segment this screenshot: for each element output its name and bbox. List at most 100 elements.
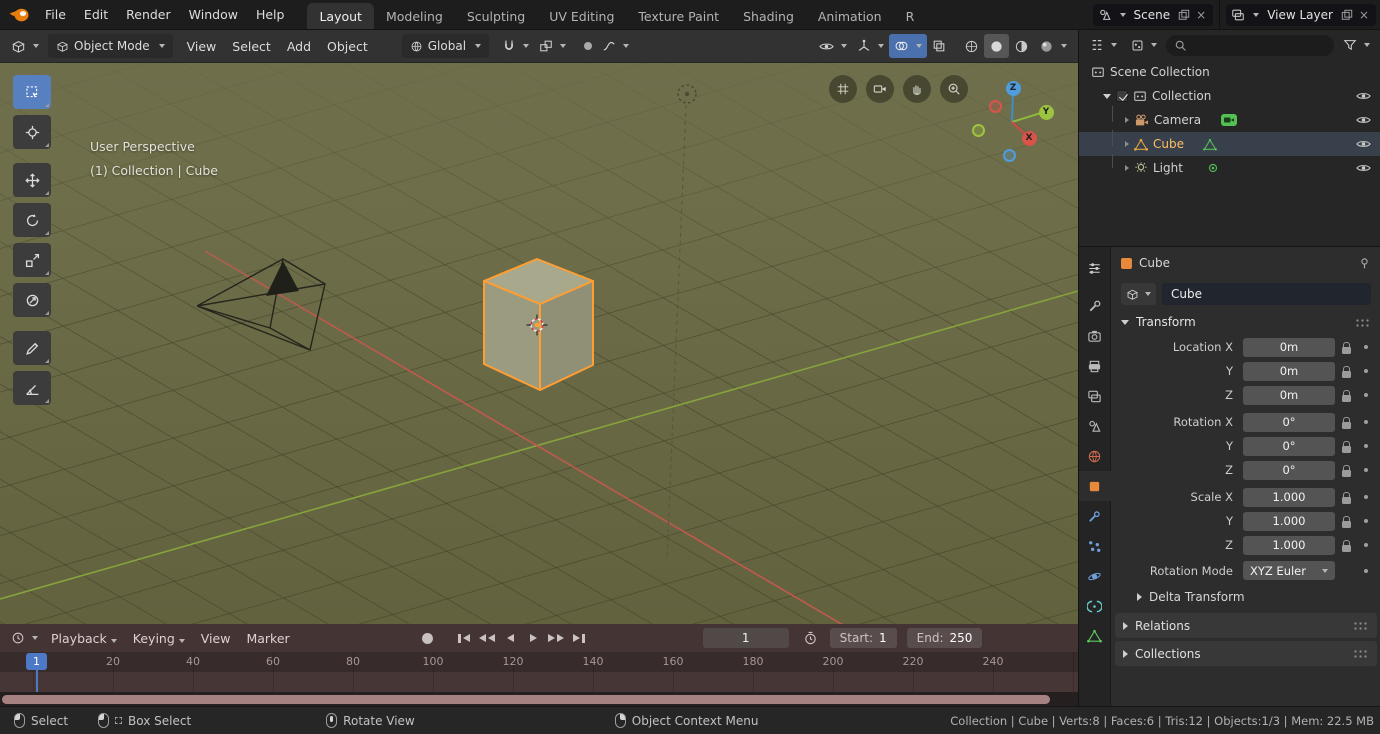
row-label[interactable]: Collection — [1152, 89, 1211, 103]
use-preview-range-icon[interactable] — [803, 631, 818, 646]
tool-rotate[interactable] — [13, 203, 51, 237]
proportional-editing-toggle[interactable] — [579, 34, 597, 58]
hide-eye-icon[interactable] — [1356, 115, 1371, 125]
scale-y-field[interactable]: 1.000 — [1243, 512, 1335, 531]
animate-dot-icon[interactable] — [1364, 444, 1368, 448]
animate-dot-icon[interactable] — [1364, 393, 1368, 397]
delta-transform-subpanel[interactable]: Delta Transform — [1111, 584, 1380, 610]
frame-start-field[interactable]: Start:1 — [830, 628, 897, 648]
row-label[interactable]: Scene Collection — [1110, 65, 1210, 79]
tool-select-box[interactable] — [13, 75, 51, 109]
gizmo-z-axis[interactable]: Z — [1006, 81, 1021, 96]
tab-render[interactable] — [1079, 321, 1111, 351]
lock-icon[interactable] — [1342, 545, 1351, 552]
relations-panel-header[interactable]: Relations — [1115, 613, 1377, 638]
disclosure-closed-icon[interactable] — [1125, 117, 1129, 123]
lock-icon[interactable] — [1342, 371, 1351, 378]
tool-scale[interactable] — [13, 243, 51, 277]
view-layer-selector[interactable]: View Layer × — [1226, 4, 1376, 26]
xray-toggle[interactable] — [927, 34, 951, 58]
row-label[interactable]: Cube — [1153, 137, 1184, 151]
panel-drag-grip[interactable] — [1355, 318, 1371, 327]
rotation-z-field[interactable]: 0° — [1243, 461, 1335, 480]
lock-icon[interactable] — [1342, 395, 1351, 402]
tool-cursor[interactable] — [13, 115, 51, 149]
tab-layout[interactable]: Layout — [307, 3, 374, 29]
menu-help[interactable]: Help — [247, 0, 294, 29]
tab-rendering-truncated[interactable]: R — [894, 3, 927, 29]
properties-editor-type-button[interactable] — [1079, 253, 1111, 283]
row-label[interactable]: Camera — [1154, 113, 1201, 127]
collection-checkbox[interactable] — [1116, 90, 1128, 102]
outliner-row-light[interactable]: Light — [1079, 156, 1380, 180]
shading-rendered-button[interactable] — [1034, 34, 1072, 58]
scale-x-field[interactable]: 1.000 — [1243, 488, 1335, 507]
disclosure-closed-icon[interactable] — [1125, 165, 1129, 171]
tab-sculpting[interactable]: Sculpting — [455, 3, 537, 29]
lock-icon[interactable] — [1342, 347, 1351, 354]
tool-measure[interactable] — [13, 371, 51, 405]
hide-eye-icon[interactable] — [1356, 163, 1371, 173]
animate-dot-icon[interactable] — [1364, 345, 1368, 349]
menu-playback[interactable]: Playback — [43, 631, 125, 646]
previous-keyframe-button[interactable] — [476, 628, 499, 648]
menu-view[interactable]: View — [179, 39, 225, 54]
tab-animation[interactable]: Animation — [806, 3, 894, 29]
menu-object[interactable]: Object — [319, 39, 376, 54]
object-type-visibility-dropdown[interactable] — [814, 34, 852, 58]
new-scene-icon[interactable] — [1178, 9, 1190, 21]
lock-icon[interactable] — [1342, 470, 1351, 477]
snap-toggle-button[interactable] — [497, 34, 534, 58]
animate-dot-icon[interactable] — [1364, 569, 1368, 573]
outliner-display-mode-dropdown[interactable] — [1126, 33, 1162, 57]
zoom-view-button[interactable] — [940, 75, 968, 103]
timeline-editor-type-button[interactable] — [6, 626, 43, 650]
shading-solid-button[interactable] — [984, 34, 1009, 58]
scene-name[interactable]: Scene — [1130, 8, 1175, 22]
tab-world[interactable] — [1079, 441, 1111, 471]
new-view-layer-icon[interactable] — [1341, 9, 1353, 21]
viewport-3d[interactable]: User Perspective (1) Collection | Cube — [0, 63, 1078, 624]
unlink-scene-icon[interactable]: × — [1194, 8, 1208, 22]
proportional-falloff-dropdown[interactable] — [597, 34, 634, 58]
transform-panel-header[interactable]: Transform — [1111, 309, 1380, 335]
pan-view-button[interactable] — [903, 75, 931, 103]
scale-z-field[interactable]: 1.000 — [1243, 536, 1335, 555]
menu-file[interactable]: File — [36, 0, 75, 29]
tab-tool[interactable] — [1079, 291, 1111, 321]
tool-annotate[interactable] — [13, 331, 51, 365]
lock-icon[interactable] — [1342, 521, 1351, 528]
id-type-button[interactable] — [1121, 283, 1156, 305]
gizmo-x-axis[interactable]: X — [1022, 131, 1037, 146]
tab-uv-editing[interactable]: UV Editing — [537, 3, 626, 29]
editor-type-button[interactable] — [6, 34, 44, 58]
animate-dot-icon[interactable] — [1364, 519, 1368, 523]
menu-marker[interactable]: Marker — [238, 631, 297, 646]
tab-scene[interactable] — [1079, 411, 1111, 441]
remove-view-layer-icon[interactable]: × — [1357, 8, 1371, 22]
light-data-badge-icon[interactable] — [1206, 161, 1220, 175]
menu-add[interactable]: Add — [279, 39, 319, 54]
lock-icon[interactable] — [1342, 497, 1351, 504]
outliner-row-camera[interactable]: Camera — [1079, 108, 1380, 132]
menu-render[interactable]: Render — [117, 0, 180, 29]
camera-view-button[interactable] — [866, 75, 894, 103]
next-keyframe-button[interactable] — [545, 628, 568, 648]
show-gizmo-dropdown[interactable] — [852, 34, 889, 58]
tab-shading[interactable]: Shading — [731, 3, 806, 29]
lock-icon[interactable] — [1342, 422, 1351, 429]
show-overlays-toggle[interactable] — [889, 34, 927, 58]
gizmo-y-axis[interactable]: Y — [1039, 105, 1054, 120]
scrollbar-handle[interactable] — [2, 695, 1050, 704]
tab-constraints[interactable] — [1079, 591, 1111, 621]
gizmo-y-negative[interactable] — [972, 124, 985, 137]
breadcrumb-object-name[interactable]: Cube — [1139, 256, 1170, 270]
rotation-mode-dropdown[interactable]: XYZ Euler — [1243, 561, 1335, 580]
rotation-x-field[interactable]: 0° — [1243, 413, 1335, 432]
current-frame-field[interactable]: 1 — [703, 628, 789, 648]
snap-target-dropdown[interactable] — [534, 34, 571, 58]
tab-output[interactable] — [1079, 351, 1111, 381]
gizmo-z-negative[interactable] — [1003, 149, 1016, 162]
playhead-badge[interactable]: 1 — [26, 653, 47, 670]
outliner-editor-type-button[interactable] — [1085, 33, 1122, 57]
